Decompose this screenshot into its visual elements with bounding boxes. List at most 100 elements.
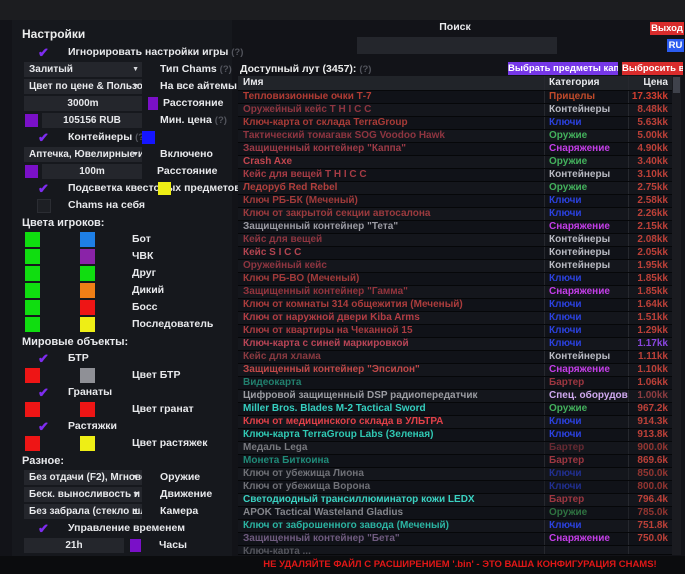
table-row[interactable]: Тактический томагавк SOG Voodoo HawkОруж… [238,130,672,143]
table-row[interactable]: Монета БиткоинаБартер869.6k [238,455,672,468]
table-row[interactable]: Miller Bros. Blades M-2 Tactical SwordОр… [238,403,672,416]
checkmark-icon[interactable]: ✔ [38,44,49,61]
distance-color-swatch[interactable] [148,97,158,110]
scrollbar[interactable] [672,76,681,555]
table-row[interactable]: Защищенный контейнер "Гамма"Снаряжение1.… [238,286,672,299]
column-header-name[interactable]: Имя [238,76,544,90]
camera-dropdown[interactable]: Без забрала (стекло шлема)▼ [24,504,142,519]
distance-input[interactable]: 3000m [24,96,142,111]
table-row[interactable]: Защищенный контейнер "Тета"Снаряжение2.1… [238,221,672,234]
color-swatch-primary[interactable] [25,283,40,298]
world-objects-list: ✔БТРЦвет БТР✔ГранатыЦвет гранат✔Растяжки… [12,350,232,452]
item-filter-dropdown[interactable]: Аптечка, Ювелирные и...▼ [24,147,142,162]
table-row[interactable]: Кейс S I C CКонтейнеры2.05kk [238,247,672,260]
table-row[interactable]: Кейс для хламаКонтейнеры1.11kk [238,351,672,364]
checkmark-icon[interactable]: ✔ [38,418,49,435]
table-row[interactable]: Цифровой защищенный DSP радиопередатчикС… [238,390,672,403]
table-row[interactable]: Ключ-карта TerraGroup Labs (Зеленая)Ключ… [238,429,672,442]
color-swatch-secondary[interactable] [80,249,95,264]
color-swatch-secondary[interactable] [80,283,95,298]
chams-type-dropdown[interactable]: Залитый▼ [24,62,142,77]
item-category: Снаряжение [544,286,628,298]
exit-button[interactable]: Выход [650,22,684,35]
color-swatch-primary[interactable] [25,402,40,417]
select-kappa-items-button[interactable]: Выбрать предметы каппа [508,62,618,75]
distance2-input[interactable]: 100m [42,164,142,179]
table-row[interactable]: Ледоруб Red RebelОружие2.75kk [238,182,672,195]
color-swatch-secondary[interactable] [80,317,95,332]
item-price: 1.64kk [628,299,672,311]
checkmark-icon[interactable]: ✔ [38,350,49,367]
color-swatch-secondary[interactable] [80,436,95,451]
movement-dropdown[interactable]: Беск. выносливость и нет уста▼ [24,487,142,502]
table-row[interactable]: Ключ от убежища ВоронаКлючи800.0k [238,481,672,494]
checkmark-icon[interactable]: ✔ [38,180,49,197]
table-row[interactable]: Защищенный контейнер "Бета"Снаряжение750… [238,533,672,546]
language-button[interactable]: RU [667,39,684,52]
color-swatch-primary[interactable] [25,266,40,281]
table-row[interactable]: APOK Tactical Wasteland GladiusОружие785… [238,507,672,520]
table-row[interactable]: Оружейный кейс T H I C CКонтейнеры8.48kk [238,104,672,117]
table-row[interactable]: Ключ от закрытой секции автосалонаКлючи2… [238,208,672,221]
column-header-category[interactable]: Категория [544,76,628,90]
checkmark-icon[interactable]: ✔ [38,129,49,146]
item-name: Ключ от закрытой секции автосалона [238,208,544,220]
table-row[interactable]: Crash AxeОружие3.40kk [238,156,672,169]
color-swatch-primary[interactable] [25,368,40,383]
table-row[interactable]: Ключ от наружной двери Kiba ArmsКлючи1.5… [238,312,672,325]
table-row[interactable]: Оружейный кейсКонтейнеры1.95kk [238,260,672,273]
color-swatch-secondary[interactable] [80,368,95,383]
table-row[interactable]: Ключ от комнаты 314 общежития (Меченый)К… [238,299,672,312]
item-category: Ключи [544,429,628,441]
quest-color-swatch[interactable] [158,182,171,195]
item-category: Ключи [544,208,628,220]
table-row[interactable]: Ключ от квартиры на Чеканной 15Ключи1.29… [238,325,672,338]
hours-color-swatch[interactable] [130,539,141,552]
table-row[interactable]: Ключ-карта с синей маркировкойКлючи1.17k… [238,338,672,351]
all-items-dropdown[interactable]: Цвет по цене & Пользователь▼ [24,79,142,94]
table-row[interactable]: Ключ от убежища ЛионаКлючи850.0k [238,468,672,481]
table-row[interactable]: Кейс для вещейКонтейнеры2.08kk [238,234,672,247]
item-category: Ключи [544,299,628,311]
hours-input[interactable]: 21h [24,538,124,553]
table-row[interactable]: Ключ-карта ... [238,546,672,555]
checkbox-unchecked[interactable] [37,199,51,213]
min-price-input[interactable]: 105156 RUB [42,113,142,128]
table-row[interactable]: ВидеокартаБартер1.06kk [238,377,672,390]
item-name: Защищенный контейнер "Тета" [238,221,544,233]
color-swatch-secondary[interactable] [80,300,95,315]
color-swatch-primary[interactable] [25,249,40,264]
table-row[interactable]: Ключ от заброшенного завода (Меченый)Клю… [238,520,672,533]
color-swatch-primary[interactable] [25,300,40,315]
drop-all-button[interactable]: Выбросить все [622,62,683,75]
checkmark-icon[interactable]: ✔ [38,520,49,537]
color-swatch-primary[interactable] [25,232,40,247]
table-row[interactable]: Ключ РБ-ВО (Меченый)Ключи1.85kk [238,273,672,286]
color-swatch-secondary[interactable] [80,266,95,281]
item-category: Оружие [544,156,628,168]
scrollbar-thumb[interactable] [673,77,680,93]
containers-color-swatch[interactable] [142,131,155,144]
table-row[interactable]: Тепловизионные очки Т-7Прицелы17.33kk [238,91,672,104]
search-input[interactable] [357,37,557,54]
min-price-color-swatch[interactable] [25,114,38,127]
table-row[interactable]: Ключ от медицинского склада в УЛЬТРАКлюч… [238,416,672,429]
setting-all-items: Цвет по цене & Пользователь▼ На все айте… [12,78,232,95]
column-header-price[interactable]: Цена [628,76,672,90]
table-row[interactable]: Кейс для вещей T H I C CКонтейнеры3.10kk [238,169,672,182]
setting-item-filter: Аптечка, Ювелирные и...▼ Включено [12,146,232,163]
color-swatch-primary[interactable] [25,436,40,451]
color-swatch-primary[interactable] [25,317,40,332]
color-swatch-secondary[interactable] [80,232,95,247]
table-row[interactable]: Светодиодный трансиллюминатор кожи LEDXБ… [238,494,672,507]
table-row[interactable]: Защищенный контейнер "Эпсилон"Снаряжение… [238,364,672,377]
weapon-dropdown[interactable]: Без отдачи (F2), Мгновенное п▼ [24,470,142,485]
table-row[interactable]: Ключ-карта от склада TerraGroupКлючи5.63… [238,117,672,130]
item-category: Ключи [544,416,628,428]
table-row[interactable]: Защищенный контейнер "Каппа"Снаряжение4.… [238,143,672,156]
table-row[interactable]: Ключ РБ-БК (Меченый)Ключи2.58kk [238,195,672,208]
color-swatch-secondary[interactable] [80,402,95,417]
checkmark-icon[interactable]: ✔ [38,384,49,401]
distance2-color-swatch[interactable] [25,165,38,178]
table-row[interactable]: Медаль LegaБартер900.0k [238,442,672,455]
